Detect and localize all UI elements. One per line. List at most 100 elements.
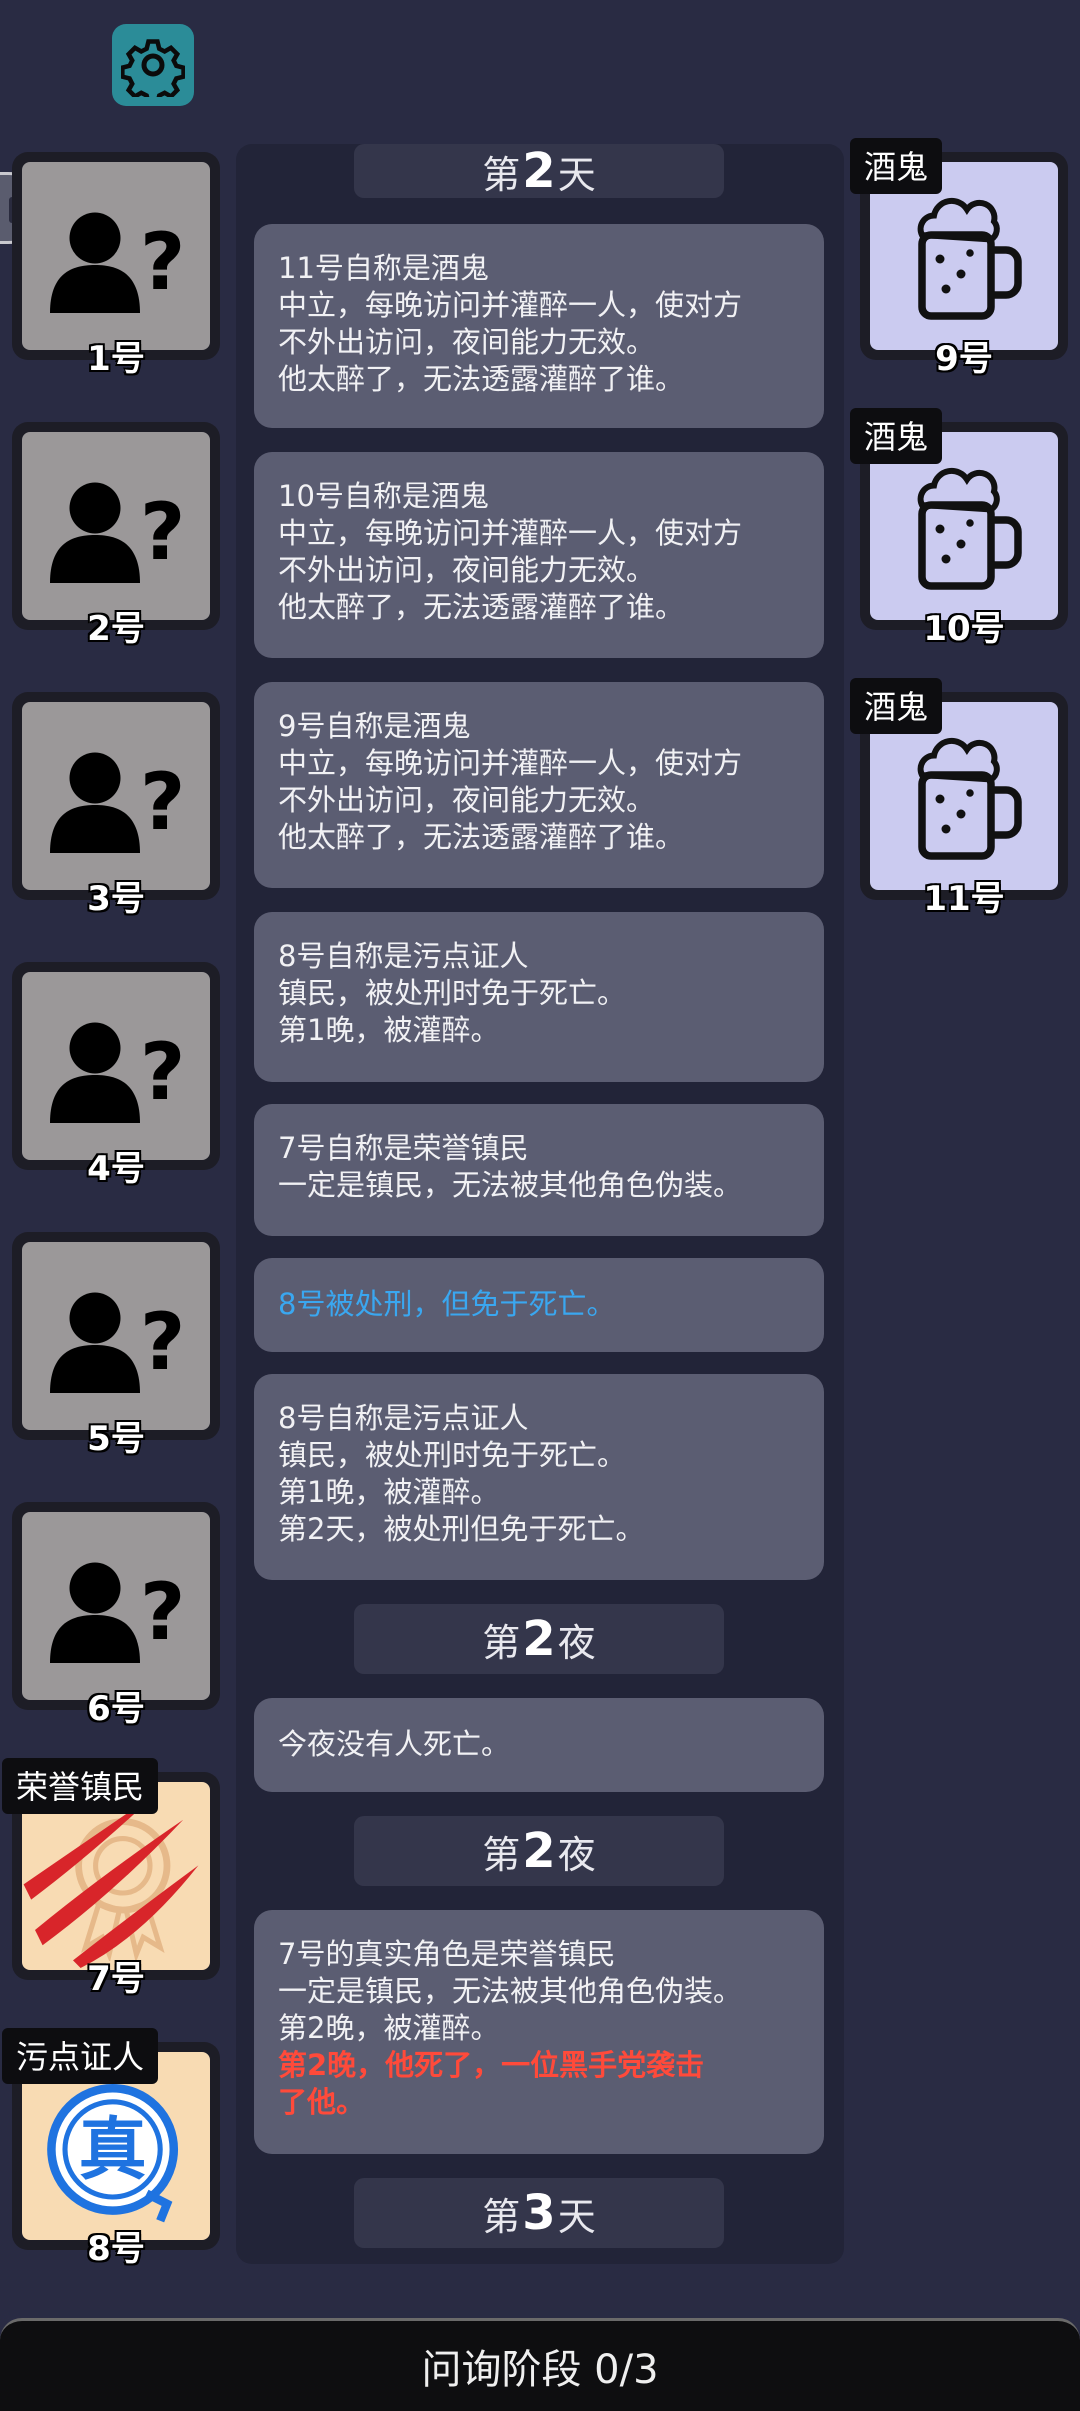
player-portrait: ?: [22, 1512, 210, 1700]
player-card-5[interactable]: ? 5号: [12, 1232, 220, 1459]
message-line: 8号自称是污点证人: [278, 1401, 529, 1435]
player-number: 1号: [87, 339, 145, 379]
log-message: 10号自称是酒鬼 中立，每晚访问并灌醉一人，使对方 不外出访问，夜间能力无效。 …: [254, 452, 824, 658]
beer-mug-icon: [917, 468, 1022, 590]
svg-text:?: ?: [140, 488, 185, 578]
player-card-1[interactable]: ? 1号: [12, 152, 220, 379]
message-line: 今夜没有人死亡。: [278, 1727, 511, 1761]
unknown-person-icon: ?: [50, 1292, 185, 1393]
player-number: 2号: [87, 609, 145, 649]
message-line-alert: 第2晚，他死了，一位黑手党袭击: [278, 2048, 705, 2082]
phase-label: 问询阶段 0/3: [421, 2347, 659, 2393]
player-portrait: ?: [22, 702, 210, 890]
player-portrait: ?: [22, 432, 210, 620]
night-header: 第2夜: [354, 1816, 724, 1886]
message-line: 他太醉了，无法透露灌醉了谁。: [278, 362, 685, 396]
message-line-alert: 了他。: [278, 2085, 366, 2119]
svg-text:?: ?: [140, 1028, 185, 1118]
message-line: 中立，每晚访问并灌醉一人，使对方: [278, 288, 743, 322]
role-tag: 酒鬼: [850, 138, 943, 194]
day-number: 3: [522, 2185, 556, 2241]
player-card-11[interactable]: 酒鬼 11号: [850, 678, 1068, 919]
message-line: 不外出访问，夜间能力无效。: [278, 783, 656, 817]
message-line: 第2晚，被灌醉。: [278, 2011, 500, 2045]
message-line: 9号自称是酒鬼: [278, 709, 471, 743]
player-number: 5号: [87, 1419, 145, 1459]
night-prefix: 第: [482, 1620, 521, 1665]
message-line: 中立，每晚访问并灌醉一人，使对方: [278, 746, 743, 780]
message-line: 一定是镇民，无法被其他角色伪装。: [278, 1974, 743, 2008]
day-header: 第2天: [354, 144, 724, 199]
message-line: 不外出访问，夜间能力无效。: [278, 325, 656, 359]
beer-mug-icon: [917, 198, 1022, 320]
message-line: 第2天，被处刑但免于死亡。: [278, 1512, 645, 1546]
player-number: 3号: [87, 879, 145, 919]
message-line: 8号自称是污点证人: [278, 939, 529, 973]
player-card-2[interactable]: ? 2号: [12, 422, 220, 649]
svg-text:?: ?: [140, 1298, 185, 1388]
day-header: 第3天: [354, 2178, 724, 2248]
day-number: 2: [522, 144, 556, 199]
svg-text:?: ?: [140, 758, 185, 848]
unknown-person-icon: ?: [50, 1022, 185, 1123]
message-line: 一定是镇民，无法被其他角色伪装。: [278, 1168, 743, 1202]
role-tag: 污点证人: [2, 2028, 159, 2084]
player-card-8[interactable]: 真 污点证人 8号: [2, 2028, 220, 2269]
player-card-10[interactable]: 酒鬼 10号: [850, 408, 1068, 649]
log-message: 9号自称是酒鬼 中立，每晚访问并灌醉一人，使对方 不外出访问，夜间能力无效。 他…: [254, 682, 824, 888]
message-line-highlight: 8号被处刑，但免于死亡。: [278, 1287, 616, 1321]
message-line: 7号自称是荣誉镇民: [278, 1131, 529, 1165]
night-prefix: 第: [482, 1832, 521, 1877]
player-number: 4号: [87, 1149, 145, 1189]
message-line: 7号的真实角色是荣誉镇民: [278, 1937, 616, 1971]
message-line: 他太醉了，无法透露灌醉了谁。: [278, 590, 685, 624]
day-suffix: 天: [557, 152, 596, 197]
log-message: 今夜没有人死亡。: [254, 1698, 824, 1792]
stamp-text: 真: [79, 2111, 147, 2190]
player-card-4[interactable]: ? 4号: [12, 962, 220, 1189]
gear-icon: [121, 39, 185, 97]
message-line: 第1晚，被灌醉。: [278, 1013, 500, 1047]
svg-text:?: ?: [140, 218, 185, 308]
message-line: 他太醉了，无法透露灌醉了谁。: [278, 820, 685, 854]
player-number: 9号: [935, 339, 993, 379]
night-suffix: 夜: [557, 1620, 596, 1665]
settings-button[interactable]: [112, 24, 194, 106]
log-message: 11号自称是酒鬼 中立，每晚访问并灌醉一人，使对方 不外出访问，夜间能力无效。 …: [254, 224, 824, 428]
role-tag: 酒鬼: [850, 678, 943, 734]
log-message: 8号自称是污点证人 镇民，被处刑时免于死亡。 第1晚，被灌醉。 第2天，被处刑但…: [254, 1374, 824, 1580]
unknown-person-icon: ?: [50, 752, 185, 853]
phase-bar[interactable]: 问询阶段 0/3: [0, 2318, 1080, 2411]
player-card-3[interactable]: ? 3号: [12, 692, 220, 919]
role-tag: 酒鬼: [850, 408, 943, 464]
player-portrait: ?: [22, 1242, 210, 1430]
log-message: 8号被处刑，但免于死亡。: [254, 1258, 824, 1352]
svg-text:?: ?: [140, 1568, 185, 1658]
player-number: 6号: [87, 1689, 145, 1729]
message-line: 11号自称是酒鬼: [278, 251, 489, 285]
message-line: 第1晚，被灌醉。: [278, 1475, 500, 1509]
day-prefix: 第: [482, 152, 521, 197]
event-log-panel[interactable]: 第2天 11号自称是酒鬼 中立，每晚访问并灌醉一人，使对方 不外出访问，夜间能力…: [236, 144, 844, 2264]
night-header: 第2夜: [354, 1604, 724, 1674]
verified-stamp-icon: 真: [47, 2083, 179, 2223]
message-line: 不外出访问，夜间能力无效。: [278, 553, 656, 587]
player-card-6[interactable]: ? 6号: [12, 1502, 220, 1729]
night-number: 2: [522, 1611, 556, 1667]
player-number: 11号: [923, 879, 1005, 919]
night-number: 2: [522, 1823, 556, 1879]
message-line: 10号自称是酒鬼: [278, 479, 489, 513]
player-number: 8号: [87, 2229, 145, 2269]
night-suffix: 夜: [557, 1832, 596, 1877]
beer-mug-icon: [917, 738, 1022, 860]
log-message: 7号自称是荣誉镇民 一定是镇民，无法被其他角色伪装。: [254, 1104, 824, 1236]
player-number: 10号: [923, 609, 1005, 649]
player-card-7[interactable]: 荣誉镇民 7号: [2, 1758, 220, 1999]
player-card-9[interactable]: 酒鬼 9号: [850, 138, 1068, 379]
unknown-person-icon: ?: [50, 1562, 185, 1663]
message-line: 镇民，被处刑时免于死亡。: [278, 1438, 627, 1472]
message-line: 镇民，被处刑时免于死亡。: [278, 976, 627, 1010]
day-prefix: 第: [482, 2194, 521, 2239]
role-tag: 荣誉镇民: [2, 1758, 159, 1814]
player-number: 7号: [87, 1959, 145, 1999]
